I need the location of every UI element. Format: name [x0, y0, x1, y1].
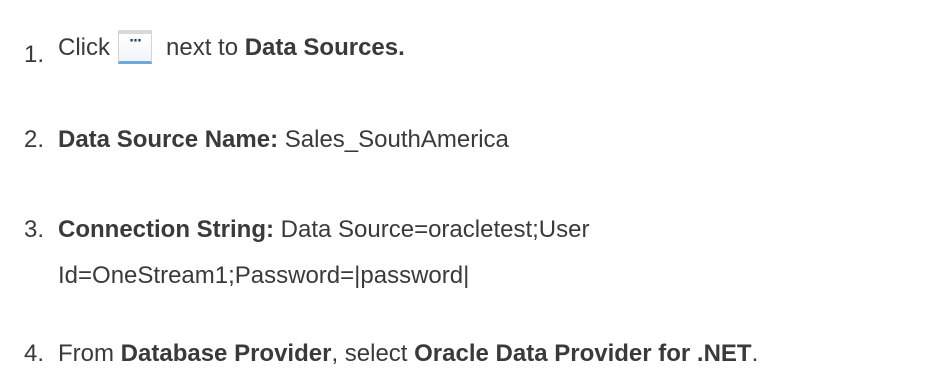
ellipsis-button-icon[interactable]: ··· [118, 30, 152, 64]
step-number: 1. [24, 41, 45, 68]
step-2: 2. Data Source Name: Sales_SouthAmerica [24, 128, 509, 152]
step-text-period: . [751, 340, 759, 367]
dots-glyph: ··· [129, 34, 142, 49]
step-text-next-to: next to [166, 34, 239, 61]
step-4: 4. From Database Provider, select Oracle … [24, 342, 758, 366]
data-source-name-label: Data Source Name: [58, 126, 279, 153]
oracle-provider-label: Oracle Data Provider for .NET [414, 340, 752, 367]
step-text-select: , select [331, 340, 408, 367]
step-3: 3. Connection String: Data Source=oraclet… [24, 218, 589, 242]
step-number: 4. [24, 340, 45, 367]
connection-string-value-line1: Data Source=oracletest;User [280, 216, 590, 243]
connection-string-value-line2: Id=OneStream1;Password=|password| [58, 262, 470, 289]
step-number: 3. [24, 216, 45, 243]
data-source-name-value: Sales_SouthAmerica [284, 126, 509, 153]
data-sources-label: Data Sources. [244, 34, 405, 61]
step-1: 1. Click ··· next to Data Sources. [24, 30, 405, 68]
step-text-from: From [58, 340, 114, 367]
database-provider-label: Database Provider [120, 340, 332, 367]
step-text-click: Click [58, 34, 110, 61]
connection-string-label: Connection String: [58, 216, 274, 243]
step-number: 2. [24, 126, 45, 153]
